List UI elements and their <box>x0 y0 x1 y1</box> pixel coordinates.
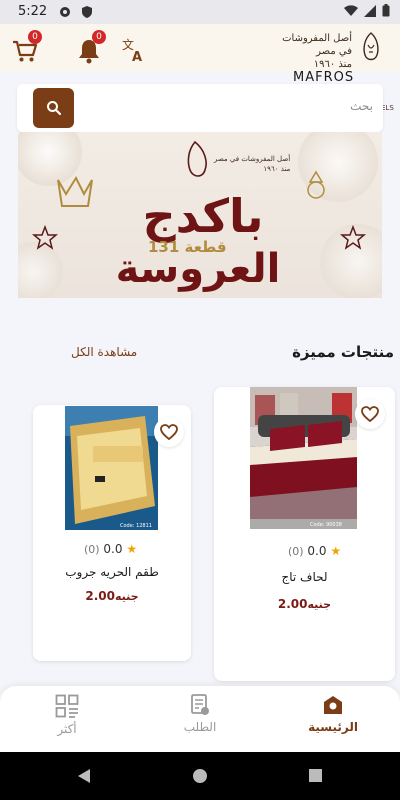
notifications-badge: 0 <box>92 30 106 44</box>
orders-icon <box>191 694 209 715</box>
cart-badge: 0 <box>28 30 42 44</box>
notifications-button[interactable]: 0 <box>72 30 106 66</box>
search-button[interactable] <box>33 88 74 128</box>
nav-orders-label: الطلب <box>183 720 217 734</box>
banner-logo-line1: أصل المفروشات في مصر <box>214 155 291 163</box>
cart-button[interactable]: 0 <box>8 30 42 66</box>
grid-menu-icon <box>55 694 79 718</box>
banner-logo-emblem <box>187 140 207 177</box>
brand-logo: أصل المفروشات في مصر منذ ١٩٦٠ <box>272 29 382 70</box>
settings-gear-icon <box>60 7 70 17</box>
translate-icon: 文 A <box>122 37 142 64</box>
bottom-navigation: الرئيسية الطلب أكثر <box>0 686 400 752</box>
star-rating-icon: ★ <box>126 542 138 556</box>
shield-icon <box>82 6 92 18</box>
product-card[interactable]: Code: 90038 (0) 0.0 ★ لحاف تاج 2.00جنيه <box>214 387 395 681</box>
signal-icon <box>364 4 376 17</box>
recents-icon[interactable] <box>308 768 323 783</box>
translate-button[interactable]: 文 A <box>118 32 152 66</box>
product-image[interactable]: Code: 12811 <box>65 406 158 530</box>
rating-value: 0.0 <box>307 544 327 558</box>
image-caption: Code: 12811 <box>120 523 152 529</box>
status-bar: 5:22 <box>0 0 400 24</box>
home-circle-icon[interactable] <box>192 768 208 784</box>
image-caption: Code: 90038 <box>310 522 342 528</box>
sub-brand-text: MAFROS <box>293 70 355 85</box>
logo-line1: أصل المفروشات في مصر <box>282 33 352 57</box>
product-card[interactable]: Code: 12811 (0) 0.0 ★ طقم الحريه جروب 2.… <box>33 405 191 661</box>
see-all-link[interactable]: مشاهدة الكل <box>71 345 137 359</box>
product-name[interactable]: طقم الحريه جروب <box>33 565 191 579</box>
search-bar[interactable]: بحث <box>17 84 383 132</box>
heart-icon <box>361 406 379 422</box>
search-icon <box>46 101 61 116</box>
rating-count: (0) <box>84 543 100 556</box>
nav-more-label: أكثر <box>57 722 77 736</box>
home-icon <box>324 696 342 714</box>
favorite-button[interactable] <box>355 399 385 429</box>
nav-home-label: الرئيسية <box>308 720 358 734</box>
rating-value: 0.0 <box>103 542 123 556</box>
banner-title-1: باكدج <box>142 189 264 243</box>
search-input[interactable]: بحث <box>350 99 373 113</box>
app-header: 0 0 文 A أصل المفروشات في مصر منذ ١٩٦٠ <box>0 24 400 72</box>
banner-logo-line2: منذ ١٩٦٠ <box>263 165 291 173</box>
featured-title: منتجات مميزة <box>292 343 394 361</box>
product-name[interactable]: لحاف تاج <box>214 570 395 584</box>
nav-orders[interactable]: الطلب <box>155 694 245 734</box>
battery-icon <box>382 4 390 17</box>
star-rating-icon: ★ <box>330 544 342 558</box>
logo-emblem-icon <box>363 32 379 61</box>
nav-home[interactable]: الرئيسية <box>288 694 378 734</box>
svg-text:A: A <box>132 50 142 64</box>
back-icon[interactable] <box>76 768 92 784</box>
favorite-button[interactable] <box>154 417 184 447</box>
product-price: 2.00جنيه <box>85 589 139 603</box>
heart-icon <box>160 424 178 440</box>
system-navigation-bar <box>0 752 400 800</box>
wifi-icon <box>344 4 358 16</box>
promo-banner[interactable]: أصل المفروشات في مصر منذ ١٩٦٠ باكدج 131 … <box>18 132 382 298</box>
product-image[interactable]: Code: 90038 <box>250 387 357 529</box>
product-rating: (0) 0.0 ★ <box>84 542 137 556</box>
product-price: 2.00جنيه <box>277 597 332 611</box>
product-rating: (0) 0.0 ★ <box>288 544 341 558</box>
rating-count: (0) <box>288 545 304 558</box>
nav-more[interactable]: أكثر <box>22 694 112 736</box>
banner-title-2: العروسة <box>115 246 281 292</box>
status-time: 5:22 <box>18 4 48 19</box>
